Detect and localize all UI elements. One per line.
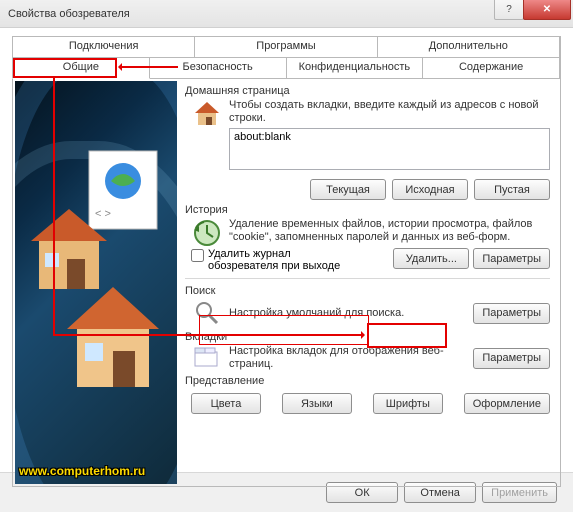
settings-panel: Домашняя страница Чтобы создать вкладки,…: [177, 81, 558, 484]
group-label: История: [185, 204, 550, 216]
svg-text:< >: < >: [95, 208, 111, 220]
tab-advanced[interactable]: Дополнительно: [377, 36, 560, 58]
close-button[interactable]: ✕: [523, 0, 571, 20]
group-appearance: Представление Цвета Языки Шрифты Оформле…: [185, 375, 550, 414]
btn-fonts[interactable]: Шрифты: [373, 393, 443, 414]
delete-on-exit-label: Удалить журнал обозревателя при выходе: [208, 248, 358, 272]
group-label: Домашняя страница: [185, 85, 550, 97]
tab-content[interactable]: Содержание: [422, 57, 560, 79]
window-controls: ? ✕: [495, 0, 571, 20]
decorative-houses: < >: [15, 81, 177, 481]
btn-delete-history[interactable]: Удалить...: [393, 248, 469, 269]
tab-privacy[interactable]: Конфиденциальность: [286, 57, 424, 79]
delete-on-exit-checkbox[interactable]: [191, 249, 204, 262]
title-bar: Свойства обозревателя ? ✕: [0, 0, 573, 28]
tab-security[interactable]: Безопасность: [149, 57, 287, 79]
tab-row-bottom: Общие Безопасность Конфиденциальность Со…: [13, 58, 560, 79]
watermark: www.computerhom.ru: [19, 464, 145, 478]
search-desc: Настройка умолчаний для поиска.: [229, 307, 467, 320]
tab-connections[interactable]: Подключения: [12, 36, 195, 58]
annotation-arrow: [120, 66, 178, 68]
btn-current-page[interactable]: Текущая: [310, 179, 386, 200]
tabs-icon: [191, 346, 223, 370]
dialog-body: Подключения Программы Дополнительно Общи…: [0, 28, 573, 472]
group-homepage: Домашняя страница Чтобы создать вкладки,…: [185, 85, 550, 200]
help-button[interactable]: ?: [494, 0, 524, 20]
history-icon: [191, 218, 223, 248]
group-history: История Удаление временных файлов, истор…: [185, 204, 550, 272]
annotation-line: [53, 78, 55, 336]
btn-search-params[interactable]: Параметры: [473, 303, 550, 324]
btn-colors[interactable]: Цвета: [191, 393, 261, 414]
history-desc: Удаление временных файлов, истории просм…: [229, 218, 550, 248]
tabs: Подключения Программы Дополнительно Общи…: [12, 36, 561, 79]
btn-history-params[interactable]: Параметры: [473, 248, 550, 269]
home-icon: [191, 99, 223, 173]
btn-blank-page[interactable]: Пустая: [474, 179, 550, 200]
tab-programs[interactable]: Программы: [194, 36, 377, 58]
group-search: Поиск Настройка умолчаний для поиска. Па…: [185, 285, 550, 327]
group-label: Представление: [185, 375, 550, 387]
homepage-input[interactable]: [229, 128, 550, 170]
window-title: Свойства обозревателя: [8, 8, 130, 20]
tab-general[interactable]: Общие: [12, 57, 150, 79]
btn-tabs-params[interactable]: Параметры: [473, 348, 550, 369]
tab-row-top: Подключения Программы Дополнительно: [13, 37, 560, 58]
annotation-line: [53, 334, 363, 336]
homepage-desc: Чтобы создать вкладки, введите каждый из…: [229, 99, 550, 125]
tabs-desc: Настройка вкладок для отображения веб-ст…: [229, 345, 467, 371]
btn-accessibility[interactable]: Оформление: [464, 393, 550, 414]
group-label: Поиск: [185, 285, 550, 297]
btn-default-page[interactable]: Исходная: [392, 179, 468, 200]
tab-content: < > www.computerhom.ru: [12, 79, 561, 487]
btn-languages[interactable]: Языки: [282, 393, 352, 414]
search-icon: [191, 299, 223, 327]
sidebar-image: < > www.computerhom.ru: [15, 81, 177, 484]
